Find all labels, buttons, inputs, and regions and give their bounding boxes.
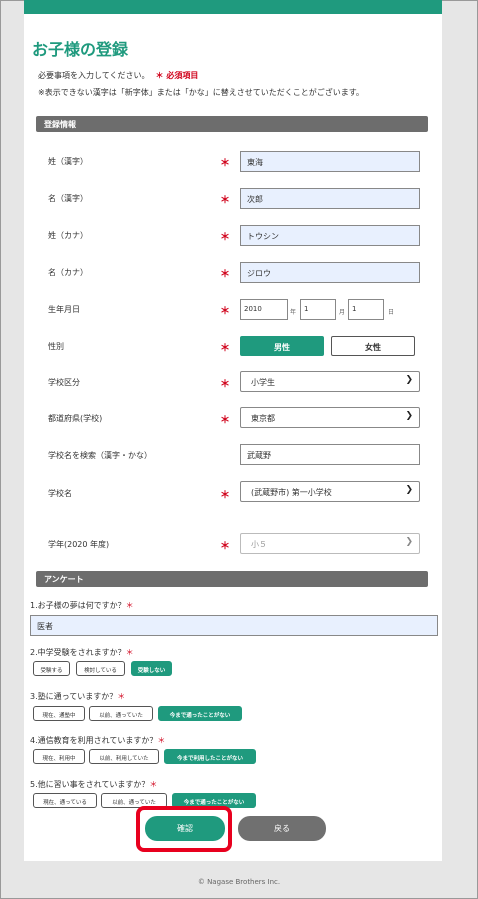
prefecture-value: 東京都 [251, 414, 275, 423]
first-name-kana-input[interactable]: ジロウ [240, 262, 420, 283]
back-button[interactable]: 戻る [238, 816, 326, 841]
survey-q4-text: 4.通信教育を利用されていますか？＊ [30, 735, 165, 746]
page-title: お子様の登録 [32, 40, 129, 59]
school-name-label: 学校名 [48, 489, 72, 498]
chevron-down-icon: ❯ [405, 537, 413, 547]
first-name-kanji-input[interactable]: 次郎 [240, 188, 420, 209]
year-unit: 年 [290, 309, 297, 316]
school-type-select[interactable]: 小学生 ❯ [240, 371, 420, 392]
q4-option-2[interactable]: 以前、利用していた [89, 749, 159, 764]
q5-text: 5.他に習い事をされていますか？ [30, 780, 150, 789]
chevron-down-icon: ❯ [405, 411, 413, 421]
last-name-kanji-input[interactable]: 東海 [240, 151, 420, 172]
last-name-kana-input[interactable]: トウシン [240, 225, 420, 246]
first-name-kana-label: 名（カナ） [48, 268, 88, 277]
q3-option-1[interactable]: 現在、通塾中 [33, 706, 85, 721]
school-search-label: 学校名を検索（漢字・かな） [48, 451, 152, 460]
q3-text: 3.塾に通っていますか？ [30, 692, 118, 701]
kanji-note: ※表示できない漢字は「新字体」または「かな」に替えさせていただくことがございます… [38, 88, 364, 97]
required-mark: ＊ [220, 269, 230, 280]
required-mark: ＊ [220, 415, 230, 426]
birth-year-input[interactable]: 2010 [240, 299, 288, 320]
chevron-down-icon: ❯ [405, 375, 413, 385]
grade-select[interactable]: 小５ ❯ [240, 533, 420, 554]
school-search-input[interactable]: 武蔵野 [240, 444, 420, 465]
survey-q1-text: 1.お子様の夢は何ですか？＊ [30, 600, 134, 611]
q2-option-2[interactable]: 検討している [76, 661, 125, 676]
grade-label: 学年(2020 年度) [48, 540, 110, 549]
required-mark: ＊ [220, 490, 230, 501]
section-header-registration: 登録情報 [36, 116, 428, 132]
required-mark: ＊ [220, 306, 230, 317]
confirm-button[interactable]: 確認 [145, 816, 225, 841]
gender-male-button[interactable]: 男性 [240, 336, 324, 356]
required-mark: ＊ [125, 648, 134, 657]
q2-text: 2.中学受験をされますか？ [30, 648, 126, 657]
chevron-down-icon: ❯ [405, 485, 413, 495]
gender-female-button[interactable]: 女性 [331, 336, 415, 356]
gender-label: 性別 [48, 342, 64, 351]
required-mark: ＊ [220, 232, 230, 243]
prefecture-select[interactable]: 東京都 ❯ [240, 407, 420, 428]
required-legend: ＊ 必須項目 [155, 71, 199, 80]
top-bar [24, 0, 442, 14]
q3-option-3[interactable]: 今まで通ったことがない [158, 706, 242, 721]
birth-month-input[interactable]: 1 [300, 299, 336, 320]
instruction-text: 必要事項を入力してください。 [38, 71, 150, 80]
q1-text: 1.お子様の夢は何ですか？ [30, 601, 126, 610]
school-type-value: 小学生 [251, 378, 275, 387]
required-mark: ＊ [157, 736, 166, 745]
required-mark: ＊ [125, 601, 134, 610]
footer-copyright: © Nagase Brothers Inc. [197, 878, 281, 886]
last-name-kanji-label: 姓（漢字） [48, 157, 88, 166]
section-header-survey: アンケート [36, 571, 428, 587]
school-name-select[interactable]: (武蔵野市) 第一小学校 ❯ [240, 481, 420, 502]
survey-q2-text: 2.中学受験をされますか？＊ [30, 647, 134, 658]
required-mark: ＊ [220, 158, 230, 169]
birth-day-input[interactable]: 1 [348, 299, 384, 320]
required-mark: ＊ [220, 343, 230, 354]
month-unit: 月 [339, 309, 346, 316]
birthdate-label: 生年月日 [48, 305, 80, 314]
form-card [24, 14, 442, 861]
last-name-kana-label: 姓（カナ） [48, 231, 88, 240]
required-mark: ＊ [220, 379, 230, 390]
q4-option-1[interactable]: 現在、利用中 [33, 749, 85, 764]
survey-q1-input[interactable]: 医者 [30, 615, 438, 636]
required-mark: ＊ [220, 541, 230, 552]
required-mark: ＊ [117, 692, 126, 701]
first-name-kanji-label: 名（漢字） [48, 194, 88, 203]
prefecture-label: 都道府県(学校) [48, 414, 103, 423]
q2-option-3[interactable]: 受験しない [131, 661, 172, 676]
required-mark: ＊ [220, 195, 230, 206]
q3-option-2[interactable]: 以前、通っていた [89, 706, 153, 721]
survey-q3-text: 3.塾に通っていますか？＊ [30, 691, 125, 702]
q4-text: 4.通信教育を利用されていますか？ [30, 736, 158, 745]
day-unit: 日 [388, 309, 395, 316]
school-type-label: 学校区分 [48, 378, 80, 387]
required-mark: ＊ [149, 780, 158, 789]
instruction-note: 必要事項を入力してください。 ＊ 必須項目 [38, 70, 198, 81]
q2-option-1[interactable]: 受験する [33, 661, 70, 676]
grade-value: 小５ [251, 540, 267, 549]
q5-option-1[interactable]: 現在、通っている [33, 793, 97, 808]
q4-option-3[interactable]: 今まで利用したことがない [164, 749, 256, 764]
survey-q5-text: 5.他に習い事をされていますか？＊ [30, 779, 157, 790]
school-name-value: (武蔵野市) 第一小学校 [251, 488, 332, 497]
